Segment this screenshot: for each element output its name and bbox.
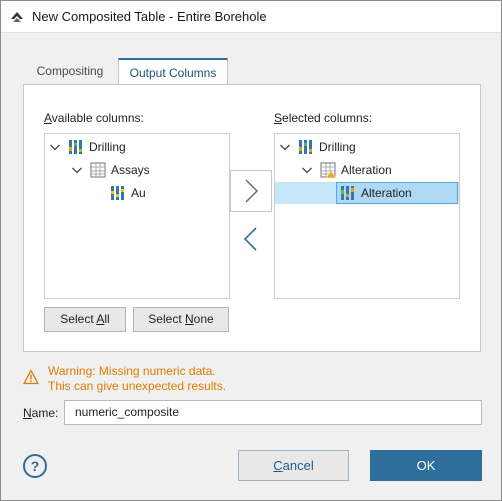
remove-column-button[interactable]	[230, 219, 272, 261]
tree-node-label: Drilling	[89, 140, 126, 154]
cancel-button[interactable]: Cancel	[238, 450, 349, 481]
chevron-down-icon[interactable]	[301, 164, 313, 176]
tab-compositing[interactable]: Compositing	[25, 58, 115, 85]
chevron-right-icon	[245, 179, 259, 203]
chevron-down-icon[interactable]	[71, 164, 83, 176]
tree-node-label: Assays	[111, 163, 150, 177]
chevron-left-icon	[243, 227, 257, 251]
tree-node-label: Au	[131, 186, 146, 200]
title-bar: New Composited Table - Entire Borehole	[1, 1, 501, 33]
selected-columns-label: Selected columns:	[274, 111, 373, 125]
tree-node-drilling[interactable]: Drilling	[275, 137, 459, 157]
available-columns-tree[interactable]: Drilling Assays Au	[44, 133, 230, 299]
select-none-button[interactable]: Select None	[133, 307, 229, 332]
tab-output-columns[interactable]: Output Columns	[118, 58, 228, 85]
help-button[interactable]: ?	[23, 454, 47, 478]
tree-node-alteration-table[interactable]: Alteration	[275, 160, 459, 180]
tree-node-alteration-column[interactable]: Alteration	[275, 182, 459, 204]
select-all-button[interactable]: Select All	[44, 307, 126, 332]
add-column-button[interactable]	[230, 170, 272, 212]
warning-text-line1: Warning: Missing numeric data.	[48, 364, 216, 378]
tree-node-label: Alteration	[341, 163, 392, 177]
output-columns-panel: Available columns: Drilling Assays Au Se…	[23, 84, 481, 352]
name-field[interactable]: numeric_composite	[64, 400, 482, 425]
tree-node-assays[interactable]: Assays	[45, 160, 229, 180]
tree-node-drilling[interactable]: Drilling	[45, 137, 229, 157]
chevron-down-icon[interactable]	[49, 141, 61, 153]
table-icon	[90, 162, 106, 178]
dialog-window: New Composited Table - Entire Borehole C…	[0, 0, 502, 501]
table-warning-icon	[320, 162, 337, 179]
drillhole-icon	[299, 140, 312, 154]
numeric-column-icon	[111, 186, 124, 200]
ok-button[interactable]: OK	[370, 450, 482, 481]
tree-node-label: Drilling	[319, 140, 356, 154]
window-title: New Composited Table - Entire Borehole	[32, 9, 267, 24]
category-column-icon	[341, 186, 354, 200]
selected-columns-tree[interactable]: Drilling Alteration Alteration	[274, 133, 460, 299]
tree-node-label: Alteration	[361, 186, 412, 200]
name-label: Name:	[23, 406, 59, 420]
chevron-down-icon[interactable]	[279, 141, 291, 153]
available-columns-label: Available columns:	[44, 111, 144, 125]
warning-text-line2: This can give unexpected results.	[48, 379, 227, 393]
app-logo-icon	[11, 12, 23, 22]
drillhole-icon	[69, 140, 82, 154]
tree-node-au[interactable]: Au	[45, 183, 229, 203]
warning-icon	[23, 369, 39, 385]
